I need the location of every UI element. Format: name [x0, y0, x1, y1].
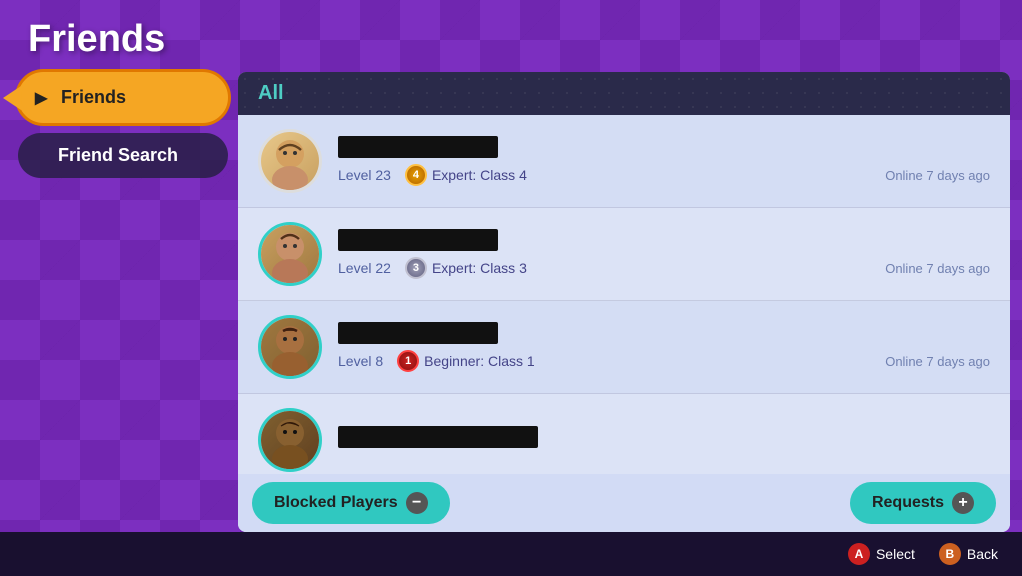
list-item[interactable]: Level 23 4 Expert: Class 4 Online 7 days… — [238, 115, 1010, 208]
avatar-image-4 — [261, 411, 319, 469]
online-status-2: Online 7 days ago — [885, 261, 990, 276]
rank-badge-3: 1 Beginner: Class 1 — [397, 350, 535, 372]
friend-name-redacted-4 — [338, 426, 538, 448]
panel-header-label: All — [258, 82, 284, 104]
friend-info-2: Level 22 3 Expert: Class 3 Online 7 days… — [338, 229, 990, 279]
friend-info-3: Level 8 1 Beginner: Class 1 Online 7 day… — [338, 322, 990, 372]
avatar-image-2 — [261, 225, 319, 283]
friend-name-redacted-1 — [338, 136, 498, 158]
plus-icon: + — [952, 492, 974, 514]
rank-badge-2: 3 Expert: Class 3 — [405, 257, 527, 279]
list-item[interactable]: Level 8 1 Beginner: Class 1 Online 7 day… — [238, 301, 1010, 394]
requests-button[interactable]: Requests + — [850, 482, 996, 524]
select-label: Select — [876, 546, 915, 562]
select-button[interactable]: A Select — [848, 543, 915, 565]
minus-icon: − — [406, 492, 428, 514]
rank-text-2: Expert: Class 3 — [432, 260, 527, 276]
online-status-3: Online 7 days ago — [885, 354, 990, 369]
friend-details-1: Level 23 4 Expert: Class 4 Online 7 days… — [338, 164, 990, 186]
avatar — [258, 129, 322, 193]
friends-list: Level 23 4 Expert: Class 4 Online 7 days… — [238, 115, 1010, 474]
friend-name-redacted-2 — [338, 229, 498, 251]
rank-badge-1: 4 Expert: Class 4 — [405, 164, 527, 186]
friend-details-2: Level 22 3 Expert: Class 3 Online 7 days… — [338, 257, 990, 279]
friend-level-2: Level 22 — [338, 260, 391, 276]
friend-name-redacted-3 — [338, 322, 498, 344]
back-label: Back — [967, 546, 998, 562]
friend-level-3: Level 8 — [338, 353, 383, 369]
rank-icon-3: 1 — [397, 350, 419, 372]
rank-text-1: Expert: Class 4 — [432, 167, 527, 183]
rank-icon-2: 3 — [405, 257, 427, 279]
rank-icon-1: 4 — [405, 164, 427, 186]
panel-header: All — [238, 72, 1010, 115]
blocked-players-label: Blocked Players — [274, 494, 398, 512]
a-button-icon: A — [848, 543, 870, 565]
sidebar-label-friend-search: Friend Search — [58, 145, 178, 166]
online-status-1: Online 7 days ago — [885, 168, 990, 183]
panel-actions: Blocked Players − Requests + — [238, 474, 1010, 532]
friend-details-3: Level 8 1 Beginner: Class 1 Online 7 day… — [338, 350, 990, 372]
b-button-icon: B — [939, 543, 961, 565]
back-button[interactable]: B Back — [939, 543, 998, 565]
avatar — [258, 315, 322, 379]
sidebar: ▶ Friends Friend Search — [18, 72, 228, 178]
requests-label: Requests — [872, 494, 944, 512]
sidebar-item-friend-search[interactable]: Friend Search — [18, 133, 228, 178]
avatar-image-1 — [261, 132, 319, 190]
friend-info-4 — [338, 426, 990, 454]
blocked-players-button[interactable]: Blocked Players − — [252, 482, 450, 524]
friend-info-1: Level 23 4 Expert: Class 4 Online 7 days… — [338, 136, 990, 186]
avatar — [258, 408, 322, 472]
avatar-image-3 — [261, 318, 319, 376]
page-title: Friends — [28, 18, 165, 61]
avatar — [258, 222, 322, 286]
rank-text-3: Beginner: Class 1 — [424, 353, 535, 369]
list-item[interactable] — [238, 394, 1010, 474]
friend-level-1: Level 23 — [338, 167, 391, 183]
sidebar-label-friends: Friends — [61, 87, 126, 108]
bottom-bar: A Select B Back — [0, 532, 1022, 576]
main-panel: All Level 23 — [238, 72, 1010, 532]
sidebar-item-friends[interactable]: ▶ Friends — [18, 72, 228, 123]
arrow-icon: ▶ — [35, 88, 47, 108]
list-item[interactable]: Level 22 3 Expert: Class 3 Online 7 days… — [238, 208, 1010, 301]
